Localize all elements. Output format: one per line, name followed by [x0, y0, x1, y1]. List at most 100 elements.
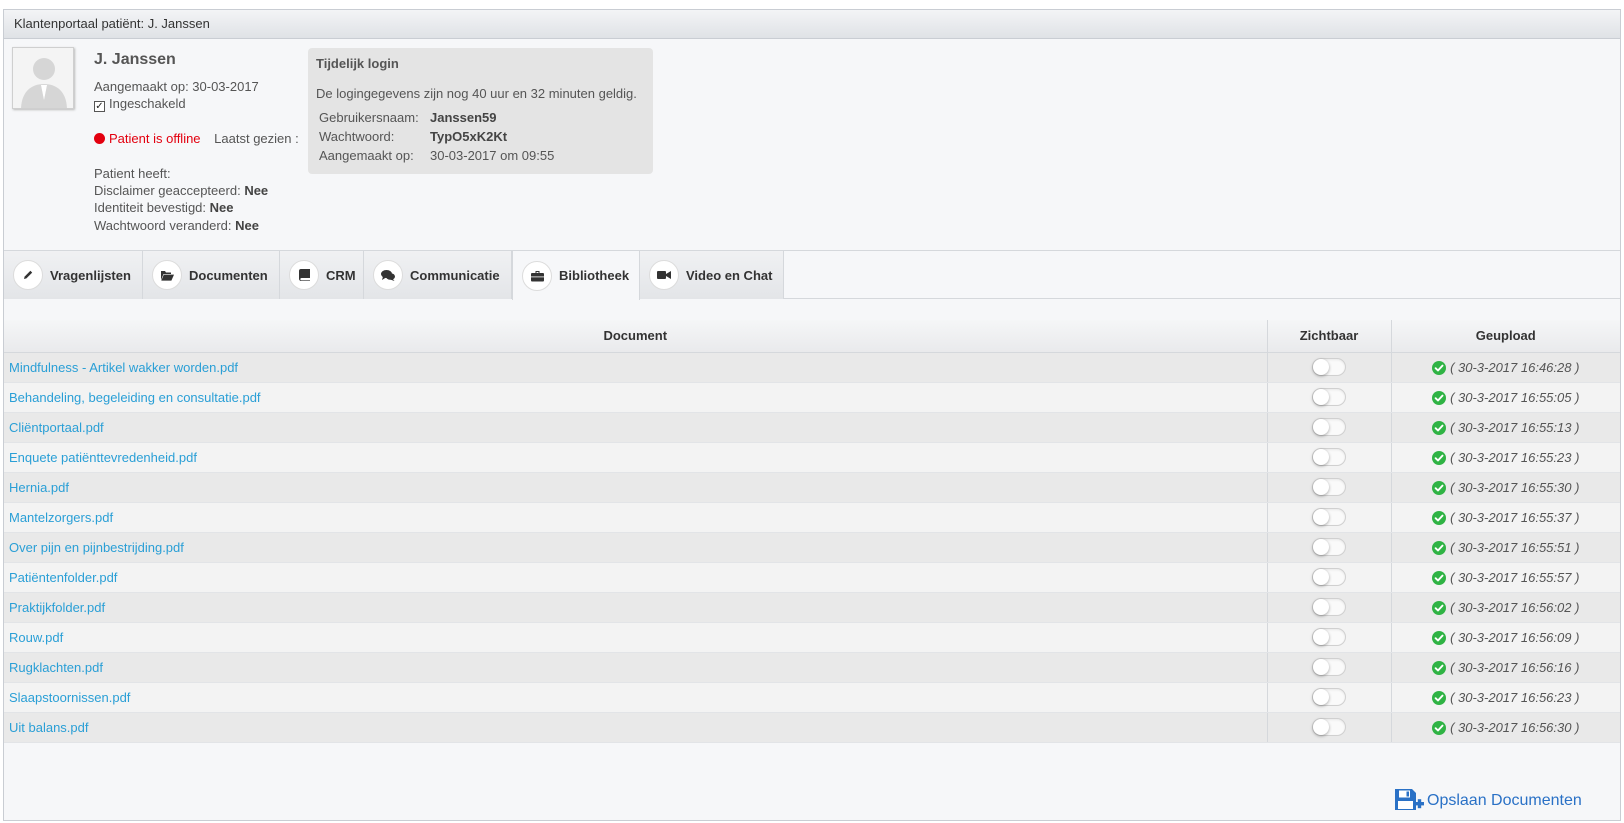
- save-documents-label: Opslaan Documenten: [1427, 792, 1582, 809]
- uploaded-cell: ( 30-3-2017 16:56:16 ): [1390, 652, 1620, 683]
- visible-toggle[interactable]: [1312, 418, 1346, 436]
- tab-label: Communicatie: [410, 267, 500, 283]
- document-cell: Rugklachten.pdf: [4, 652, 1267, 683]
- table-row: Over pijn en pijnbestrijding.pdf ( 30-3-2…: [4, 532, 1620, 563]
- uploaded-cell: ( 30-3-2017 16:46:28 ): [1390, 352, 1620, 383]
- uploaded-timestamp: ( 30-3-2017 16:55:13 ): [1450, 419, 1580, 435]
- col-header-uploaded[interactable]: Geupload: [1390, 320, 1620, 353]
- uploaded-timestamp: ( 30-3-2017 16:55:51 ): [1450, 539, 1580, 555]
- document-link[interactable]: Rouw.pdf: [9, 630, 63, 645]
- check-circle-icon: [1432, 450, 1447, 465]
- uploaded-timestamp: ( 30-3-2017 16:55:30 ): [1450, 479, 1580, 495]
- uploaded-timestamp: ( 30-3-2017 16:46:28 ): [1450, 359, 1580, 375]
- save-documents-button[interactable]: Opslaan Documenten: [1394, 788, 1582, 814]
- window-title: Klantenportaal patiënt: J. Janssen: [4, 10, 1620, 39]
- document-link[interactable]: Rugklachten.pdf: [9, 660, 103, 675]
- visible-toggle[interactable]: [1312, 658, 1346, 676]
- uploaded-cell: ( 30-3-2017 16:55:37 ): [1390, 502, 1620, 533]
- document-link[interactable]: Mindfulness - Artikel wakker worden.pdf: [9, 360, 238, 375]
- visible-toggle[interactable]: [1312, 538, 1346, 556]
- table-row: Rouw.pdf ( 30-3-2017 16:56:09 ): [4, 622, 1620, 653]
- status-row: Patient is offline Laatst gezien :: [94, 131, 299, 146]
- visible-toggle[interactable]: [1312, 688, 1346, 706]
- documents-table-body: Mindfulness - Artikel wakker worden.pdf (…: [4, 352, 1620, 743]
- table-row: Rugklachten.pdf ( 30-3-2017 16:56:16 ): [4, 652, 1620, 683]
- document-link[interactable]: Behandeling, begeleiding en consultatie.…: [9, 390, 261, 405]
- save-plus-icon: [1395, 789, 1424, 810]
- visible-cell: [1266, 622, 1391, 653]
- uploaded-cell: ( 30-3-2017 16:56:02 ): [1390, 592, 1620, 623]
- uploaded-timestamp: ( 30-3-2017 16:56:02 ): [1450, 599, 1580, 615]
- disclaimer-row: Disclaimer geaccepteerd: Nee: [94, 183, 268, 198]
- user-silhouette-icon: [13, 48, 73, 108]
- tab-video-en-chat[interactable]: Video en Chat: [640, 251, 784, 299]
- document-link[interactable]: Mantelzorgers.pdf: [9, 510, 113, 525]
- table-row: Patiëntenfolder.pdf ( 30-3-2017 16:55:57 …: [4, 562, 1620, 593]
- table-row: Praktijkfolder.pdf ( 30-3-2017 16:56:02 ): [4, 592, 1620, 623]
- tab-label: Vragenlijsten: [50, 267, 131, 283]
- document-link[interactable]: Uit balans.pdf: [9, 720, 89, 735]
- patient-has-label: Patient heeft:: [94, 166, 171, 181]
- tab-bar: Vragenlijsten Documenten CRM Communicati…: [4, 251, 1620, 300]
- uploaded-timestamp: ( 30-3-2017 16:55:57 ): [1450, 569, 1580, 585]
- document-link[interactable]: Enquete patiënttevredenheid.pdf: [9, 450, 197, 465]
- book-icon: [289, 260, 319, 290]
- table-row: Cliëntportaal.pdf ( 30-3-2017 16:55:13 ): [4, 412, 1620, 443]
- offline-status: Patient is offline: [109, 131, 201, 146]
- visible-toggle[interactable]: [1312, 568, 1346, 586]
- visible-cell: [1266, 442, 1391, 473]
- uploaded-timestamp: ( 30-3-2017 16:56:30 ): [1450, 719, 1580, 735]
- username-value: Janssen59: [430, 110, 497, 125]
- visible-cell: [1266, 472, 1391, 503]
- document-link[interactable]: Slaapstoornissen.pdf: [9, 690, 130, 705]
- identity-value: Nee: [209, 200, 234, 215]
- col-header-document[interactable]: Document: [4, 320, 1267, 353]
- table-row: Behandeling, begeleiding en consultatie.…: [4, 382, 1620, 413]
- check-circle-icon: [1432, 690, 1447, 705]
- visible-cell: [1266, 352, 1391, 383]
- check-circle-icon: [1432, 570, 1447, 585]
- table-header-row: Document Zichtbaar Geupload: [4, 320, 1620, 353]
- visible-cell: [1266, 382, 1391, 413]
- tab-crm[interactable]: CRM: [280, 251, 364, 299]
- tab-label: Documenten: [189, 267, 268, 283]
- created-date: Aangemaakt op: 30-03-2017: [94, 79, 259, 94]
- patient-info-section: J. Janssen Aangemaakt op: 30-03-2017 ✓ In…: [4, 39, 1620, 251]
- visible-cell: [1266, 592, 1391, 623]
- document-link[interactable]: Praktijkfolder.pdf: [9, 600, 105, 615]
- document-cell: Behandeling, begeleiding en consultatie.…: [4, 382, 1267, 413]
- table-row: Mantelzorgers.pdf ( 30-3-2017 16:55:37 ): [4, 502, 1620, 533]
- tab-documenten[interactable]: Documenten: [143, 251, 280, 299]
- enabled-checkbox[interactable]: ✓: [94, 101, 105, 112]
- visible-toggle[interactable]: [1312, 478, 1346, 496]
- visible-toggle[interactable]: [1312, 508, 1346, 526]
- visible-toggle[interactable]: [1312, 628, 1346, 646]
- check-circle-icon: [1432, 480, 1447, 495]
- tab-bibliotheek[interactable]: Bibliotheek: [512, 251, 640, 300]
- document-link[interactable]: Over pijn en pijnbestrijding.pdf: [9, 540, 184, 555]
- visible-toggle[interactable]: [1312, 388, 1346, 406]
- identity-label: Identiteit bevestigd:: [94, 200, 207, 215]
- tab-communicatie[interactable]: Communicatie: [364, 251, 512, 299]
- document-link[interactable]: Cliëntportaal.pdf: [9, 420, 104, 435]
- visible-toggle[interactable]: [1312, 718, 1346, 736]
- visible-toggle[interactable]: [1312, 358, 1346, 376]
- check-circle-icon: [1432, 720, 1447, 735]
- tab-label: Bibliotheek: [559, 268, 630, 283]
- uploaded-timestamp: ( 30-3-2017 16:55:37 ): [1450, 509, 1580, 525]
- tab-vragenlijsten[interactable]: Vragenlijsten: [4, 251, 143, 299]
- disclaimer-label: Disclaimer geaccepteerd:: [94, 183, 241, 198]
- uploaded-cell: ( 30-3-2017 16:55:23 ): [1390, 442, 1620, 473]
- document-link[interactable]: Patiëntenfolder.pdf: [9, 570, 117, 585]
- visible-toggle[interactable]: [1312, 598, 1346, 616]
- visible-toggle[interactable]: [1312, 448, 1346, 466]
- document-link[interactable]: Hernia.pdf: [9, 480, 69, 495]
- check-circle-icon: [1432, 660, 1447, 675]
- documents-table: Document Zichtbaar Geupload Mindfulness …: [4, 320, 1620, 743]
- document-cell: Mindfulness - Artikel wakker worden.pdf: [4, 352, 1267, 383]
- enabled-checkbox-row[interactable]: ✓ Ingeschakeld: [94, 96, 186, 112]
- visible-cell: [1266, 502, 1391, 533]
- temp-created-label: Aangemaakt op:: [319, 148, 414, 163]
- col-header-visible[interactable]: Zichtbaar: [1266, 320, 1391, 353]
- visible-cell: [1266, 412, 1391, 443]
